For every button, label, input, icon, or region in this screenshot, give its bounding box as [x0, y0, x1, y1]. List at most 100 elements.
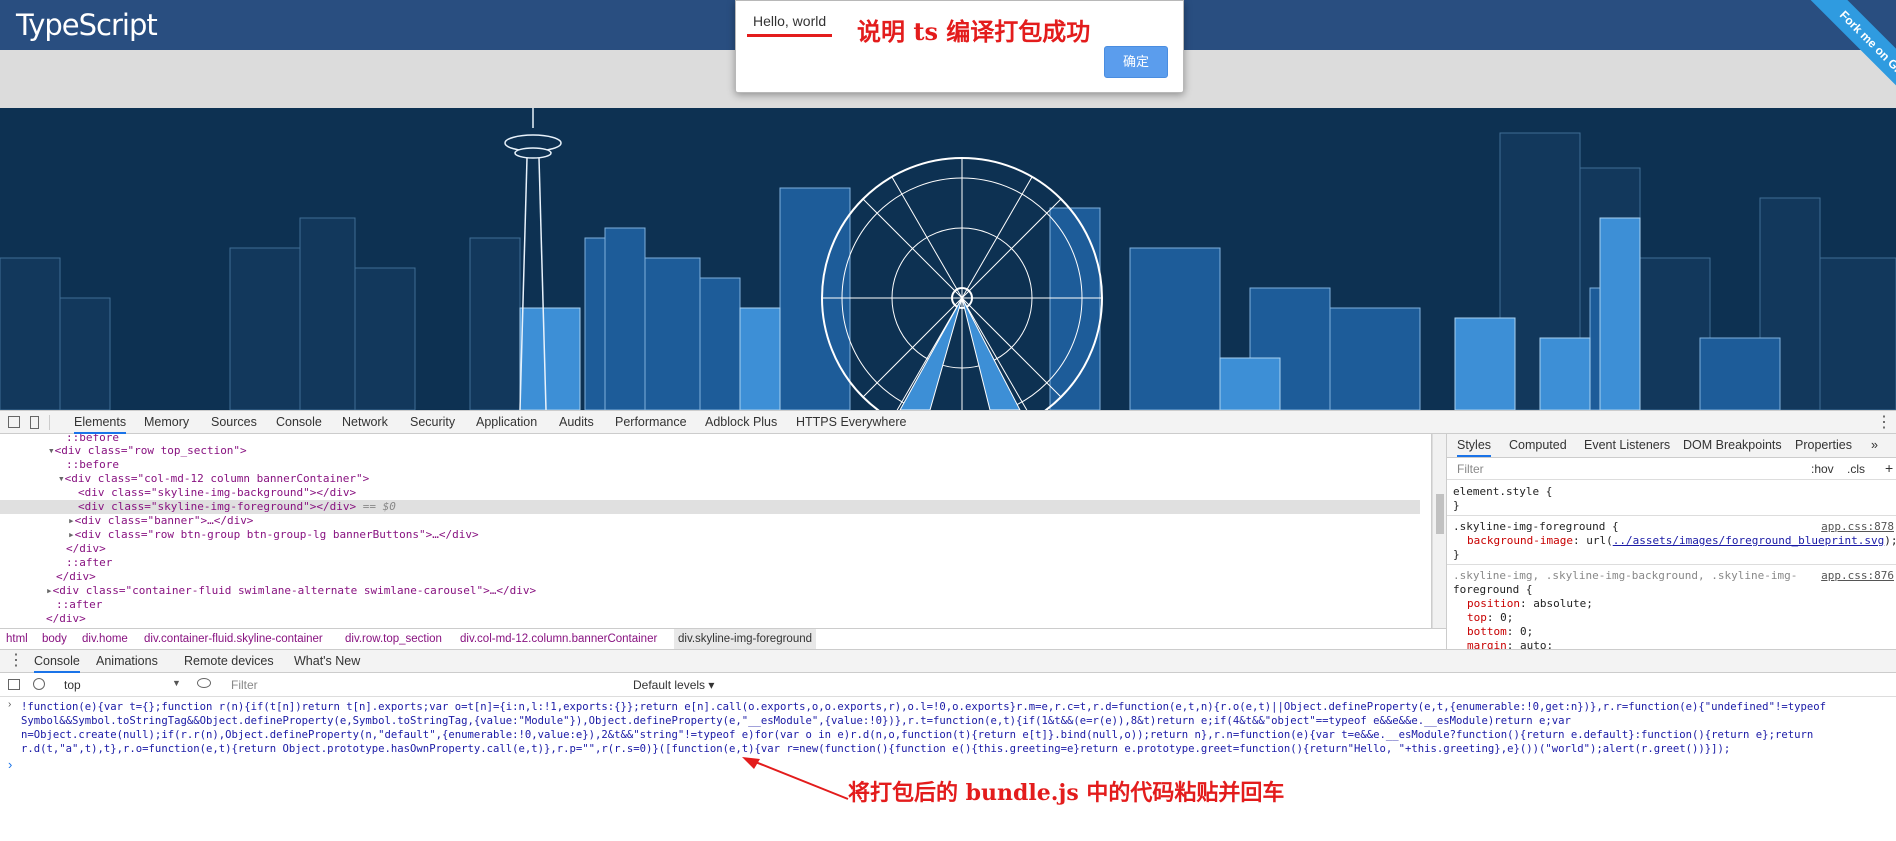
tab-network[interactable]: Network	[342, 411, 388, 434]
annotation-top-note: 说明 ts 编译打包成功	[857, 17, 1091, 46]
rule-divider	[1447, 564, 1896, 565]
tab-memory[interactable]: Memory	[144, 411, 189, 434]
element-style-rule[interactable]: element.style {	[1453, 485, 1552, 499]
console-code-line: Symbol&&Symbol.toStringTag&&Object.defin…	[21, 715, 1571, 727]
rule-source-link[interactable]: app.css:876	[1821, 569, 1894, 582]
console-toolbar: top ▼ Filter Default levels ▾	[0, 673, 1896, 697]
dom-node[interactable]: ▸<div class="banner">…</div>	[0, 514, 1420, 528]
drawer-tab-whats-new[interactable]: What's New	[294, 650, 360, 673]
dom-node[interactable]: ▾<div class="row top_section">	[0, 444, 1420, 458]
tab-https-everywhere[interactable]: HTTPS Everywhere	[796, 411, 906, 434]
dom-node[interactable]: ::after	[0, 556, 1420, 570]
css-declaration[interactable]: position: absolute;	[1467, 597, 1593, 611]
devtools-menu-icon[interactable]: ⋮	[1876, 415, 1892, 431]
rule-selector[interactable]: .skyline-img-foreground {	[1453, 520, 1619, 534]
annotation-underline	[747, 34, 832, 37]
drawer-menu-icon[interactable]: ⋮	[8, 653, 24, 669]
tab-styles[interactable]: Styles	[1457, 434, 1492, 457]
drawer-tab-animations[interactable]: Animations	[96, 650, 158, 673]
breadcrumb-item[interactable]: body	[42, 629, 67, 649]
toolbar-divider	[49, 415, 50, 430]
console-code-line: !function(e){var t={};function r(n){if(t…	[21, 701, 1826, 713]
breadcrumb: html body div.home div.container-fluid.s…	[0, 628, 1446, 649]
dom-node[interactable]: ::before	[0, 458, 1420, 472]
styles-tabbar: Styles Computed Event Listeners DOM Brea…	[1447, 434, 1896, 458]
fork-me-label[interactable]: Fork me on GitHub	[1803, 0, 1896, 106]
dom-node-selected[interactable]: <div class="skyline-img-foreground"></di…	[0, 500, 1420, 514]
tab-dom-breakpoints[interactable]: DOM Breakpoints	[1683, 434, 1782, 457]
elements-scrollbar[interactable]	[1432, 434, 1446, 628]
context-selector[interactable]: top	[64, 678, 81, 692]
scrollbar-thumb[interactable]	[1436, 494, 1444, 534]
breadcrumb-item[interactable]: div.home	[82, 629, 128, 649]
styles-filter-input[interactable]: Filter	[1457, 462, 1484, 476]
asset-url-link[interactable]: ../assets/images/foreground_blueprint.sv…	[1613, 534, 1885, 547]
input-echo-icon: ›	[8, 699, 12, 710]
rule-selector[interactable]: .skyline-img, .skyline-img-background, .…	[1453, 569, 1797, 583]
rule-close: }	[1453, 548, 1460, 561]
console-output[interactable]: › !function(e){var t={};function r(n){if…	[0, 697, 1896, 841]
tab-computed[interactable]: Computed	[1509, 434, 1567, 457]
tab-sources[interactable]: Sources	[211, 411, 257, 434]
drawer-tabbar: ⋮ Console Animations Remote devices What…	[0, 649, 1896, 673]
breadcrumb-item-selected[interactable]: div.skyline-img-foreground	[674, 629, 817, 649]
css-declaration[interactable]: background-image: url(../assets/images/f…	[1467, 534, 1896, 548]
drawer-tab-remote-devices[interactable]: Remote devices	[184, 650, 274, 673]
css-declaration[interactable]: top: 0;	[1467, 611, 1513, 625]
tab-security[interactable]: Security	[410, 411, 455, 434]
skyline-illustration	[0, 108, 1896, 410]
dom-node[interactable]: ▸<div class="container-fluid swimlane-al…	[0, 584, 1420, 598]
sidebar-toggle-icon[interactable]	[8, 679, 20, 690]
console-prompt[interactable]: ›	[8, 757, 12, 772]
dom-node[interactable]: <div class="skyline-img-background"></di…	[0, 486, 1420, 500]
hover-state-toggle[interactable]: :hov	[1811, 462, 1834, 476]
dom-node[interactable]: ▾<div class="col-md-12 column bannerCont…	[0, 472, 1420, 486]
fork-me-ribbon[interactable]: Fork me on GitHub	[1790, 0, 1896, 106]
more-tabs-icon[interactable]: »	[1871, 434, 1878, 457]
class-toggle[interactable]: .cls	[1847, 462, 1865, 476]
devtools-tabbar: Elements Memory Sources Console Network …	[0, 410, 1896, 434]
breadcrumb-item[interactable]: div.row.top_section	[345, 629, 442, 649]
console-filter-input[interactable]: Filter	[231, 678, 258, 692]
log-levels-dropdown[interactable]: Default levels ▾	[633, 678, 714, 692]
typescript-logo[interactable]: TypeScript	[16, 8, 158, 42]
dom-node[interactable]: </div>	[0, 570, 1420, 584]
rule-divider	[1447, 515, 1896, 516]
device-toolbar-icon[interactable]	[30, 416, 39, 429]
styles-pane: Styles Computed Event Listeners DOM Brea…	[1446, 434, 1896, 649]
tab-adblock-plus[interactable]: Adblock Plus	[705, 411, 777, 434]
console-code-line: r.d(t,"a",t),t},r.o=function(e,t){return…	[21, 743, 1731, 755]
tab-performance[interactable]: Performance	[615, 411, 687, 434]
tab-properties[interactable]: Properties	[1795, 434, 1852, 457]
breadcrumb-item[interactable]: div.container-fluid.skyline-container	[144, 629, 323, 649]
alert-ok-button[interactable]: 确定	[1104, 46, 1168, 78]
annotation-arrow	[742, 757, 849, 800]
tab-application[interactable]: Application	[476, 411, 537, 434]
tab-event-listeners[interactable]: Event Listeners	[1584, 434, 1670, 457]
rule-source-link[interactable]: app.css:878	[1821, 520, 1894, 533]
rule-close: }	[1453, 499, 1460, 512]
annotation-bottom-note: 将打包后的 bundle.js 中的代码粘贴并回车	[848, 780, 1285, 806]
css-declaration[interactable]: bottom: 0;	[1467, 625, 1533, 639]
drawer-tab-console[interactable]: Console	[34, 650, 80, 673]
breadcrumb-item[interactable]: html	[6, 629, 28, 649]
tab-audits[interactable]: Audits	[559, 411, 594, 434]
clear-console-icon[interactable]	[33, 678, 45, 690]
dom-node[interactable]: ::after	[0, 598, 1420, 612]
dom-node[interactable]: </div>	[0, 612, 1420, 626]
dom-node[interactable]: </div>	[0, 542, 1420, 556]
add-rule-button[interactable]: +	[1885, 460, 1893, 476]
tab-elements[interactable]: Elements	[74, 411, 127, 434]
rule-selector-cont[interactable]: foreground {	[1453, 583, 1532, 597]
skyline-banner	[0, 108, 1896, 410]
inspect-element-icon[interactable]	[8, 416, 20, 428]
styles-filter-bar: Filter :hov .cls +	[1447, 458, 1896, 480]
dom-node[interactable]: ▸<div class="row btn-group btn-group-lg …	[0, 528, 1420, 542]
css-declaration[interactable]: margin: auto;	[1467, 639, 1553, 649]
breadcrumb-item[interactable]: div.col-md-12.column.bannerContainer	[460, 629, 657, 649]
console-code-line: n=Object.create(null);if(r.r(n),Object.d…	[21, 729, 1814, 741]
eye-icon[interactable]	[197, 678, 211, 688]
alert-message: Hello, world	[753, 13, 827, 29]
tab-console[interactable]: Console	[276, 411, 322, 434]
context-dropdown-icon[interactable]: ▼	[172, 678, 181, 688]
